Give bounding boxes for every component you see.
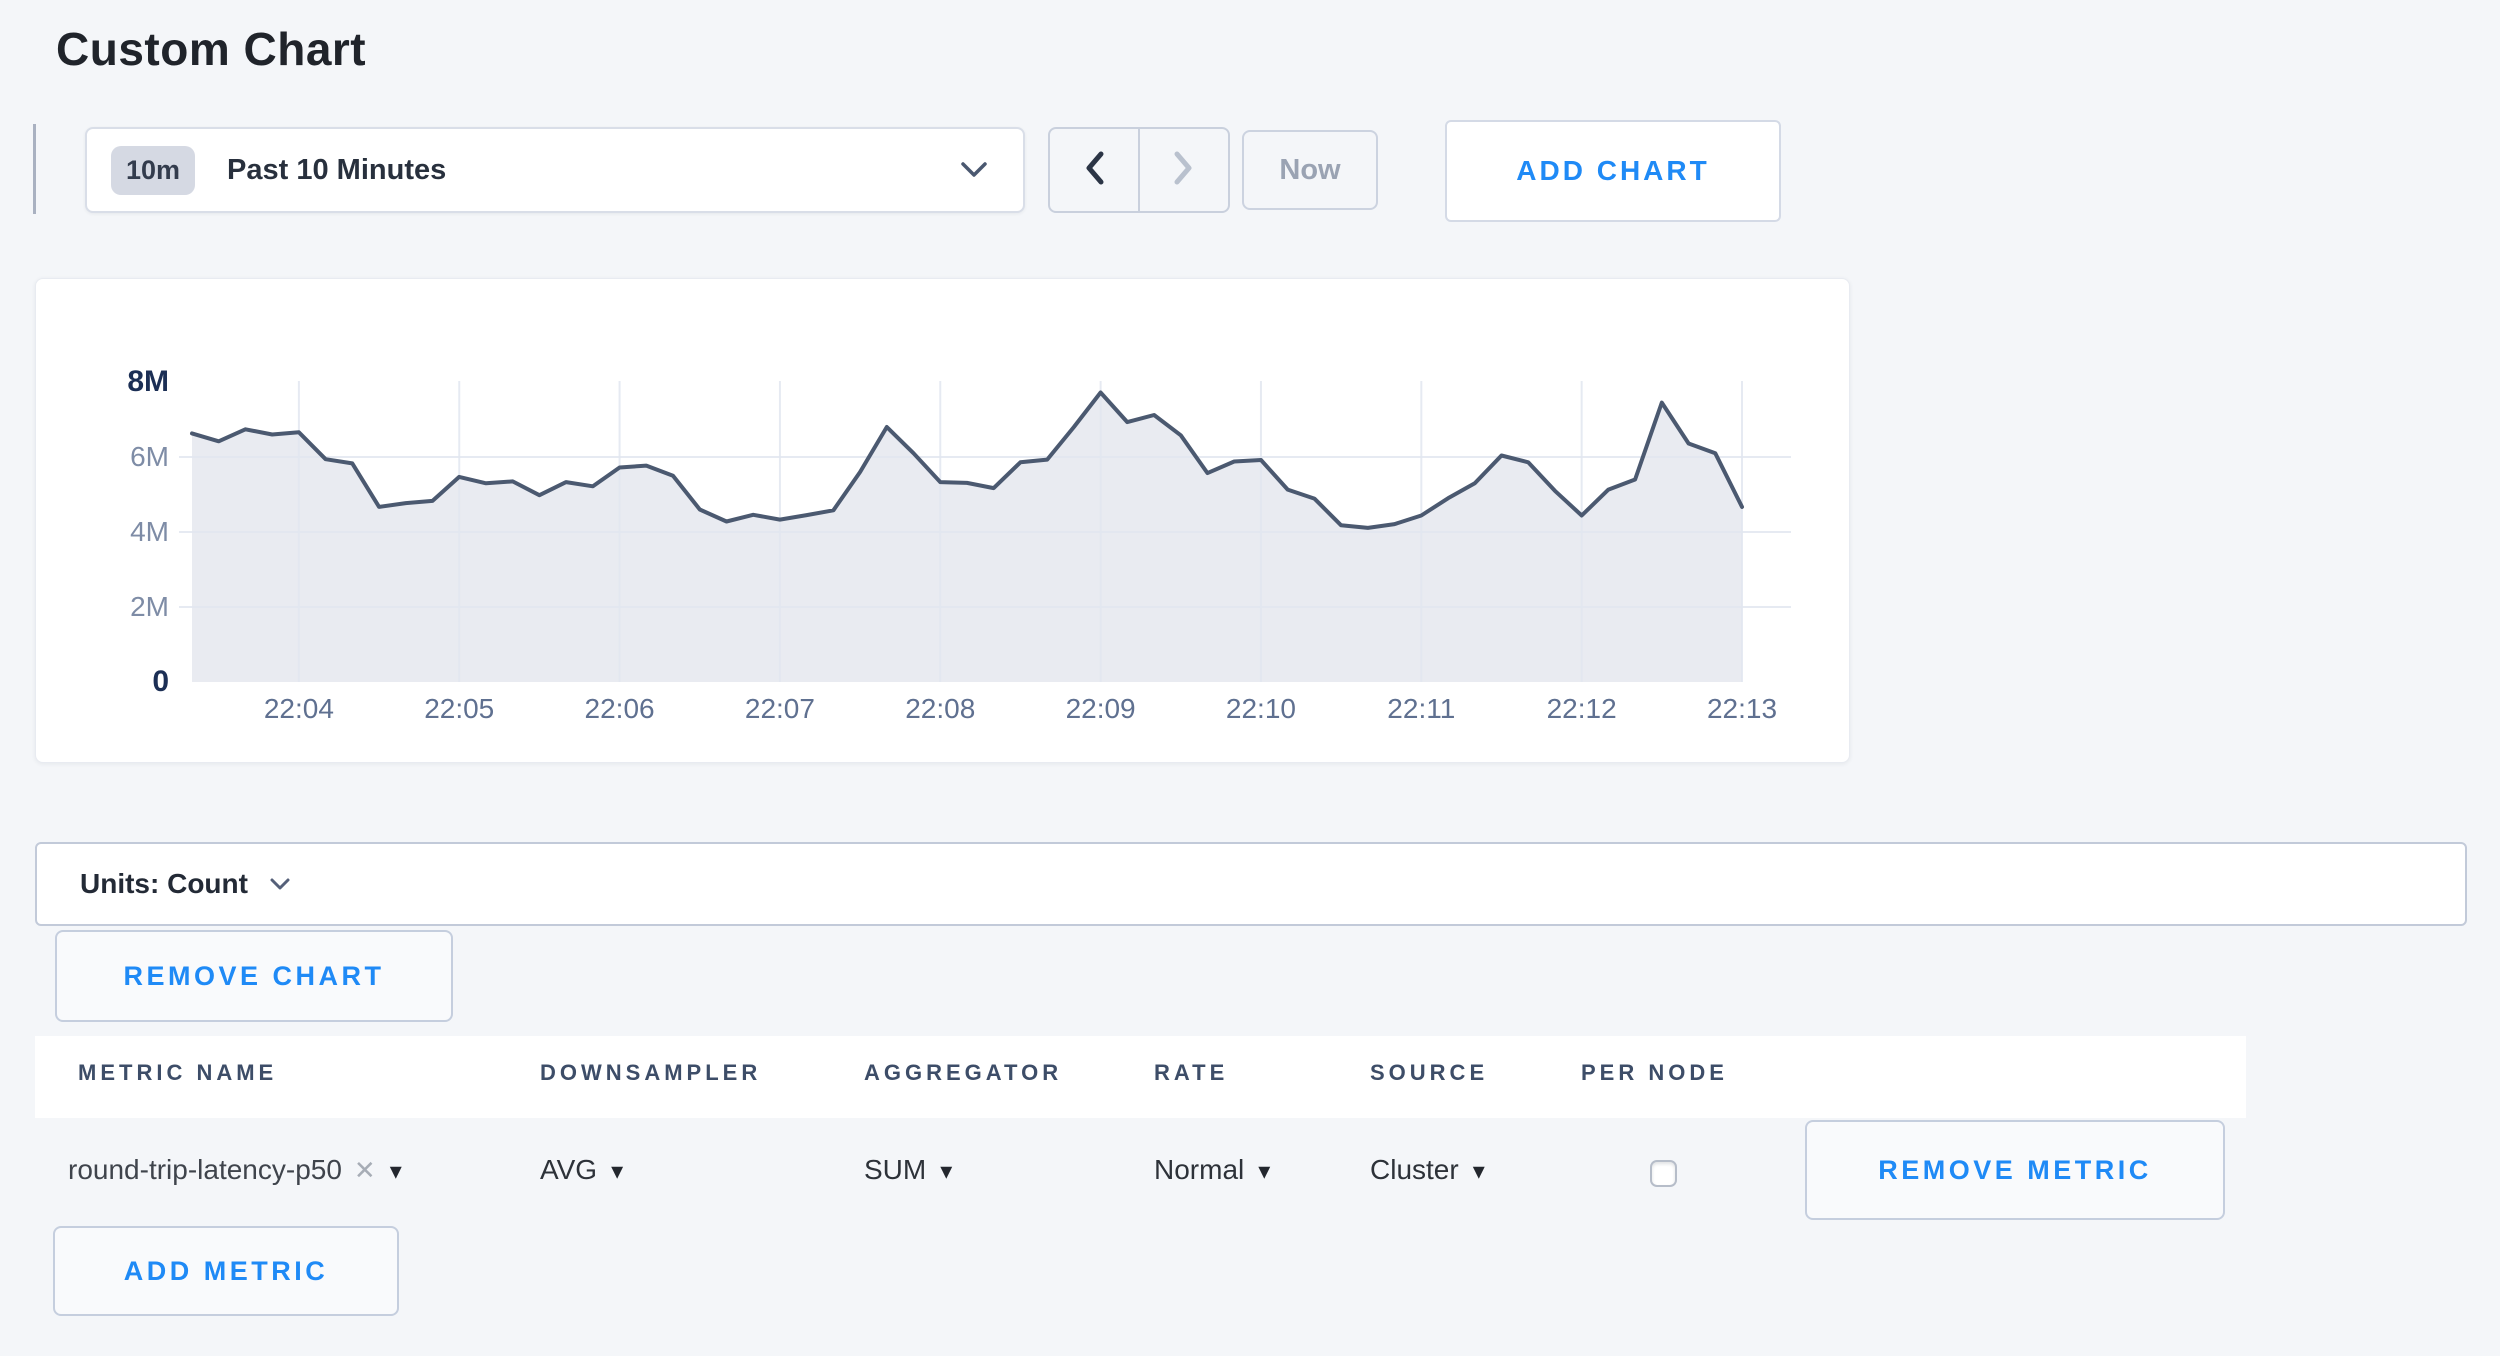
col-header-downsampler: DOWNSAMPLER <box>540 1060 761 1086</box>
remove-metric-button[interactable]: REMOVE METRIC <box>1805 1120 2225 1220</box>
page-title: Custom Chart <box>56 22 366 76</box>
dropdown-caret-icon <box>611 1154 623 1186</box>
metric-name-select[interactable]: round-trip-latency-p50 <box>68 1154 402 1186</box>
dropdown-caret-icon <box>940 1154 952 1186</box>
chevron-down-icon <box>961 162 987 178</box>
x-axis-tick-label: 22:07 <box>710 691 850 727</box>
per-node-checkbox[interactable] <box>1650 1160 1677 1187</box>
y-axis-tick-label: 2M <box>59 588 169 626</box>
units-dropdown[interactable]: Units: Count <box>35 842 2467 926</box>
chevron-left-icon <box>1082 150 1106 191</box>
latency-chart-card: 0 2M 4M 6M 8M 22:04 22:05 22:06 22:07 22:08 22:09… <box>35 278 1850 763</box>
now-button[interactable]: Now <box>1242 130 1378 210</box>
aggregator-value: SUM <box>864 1154 926 1186</box>
metric-name-value: round-trip-latency-p50 <box>68 1154 342 1186</box>
x-axis-tick-label: 22:04 <box>229 691 369 727</box>
source-select[interactable]: Cluster <box>1370 1154 1485 1186</box>
aggregator-select[interactable]: SUM <box>864 1154 952 1186</box>
metrics-table-header: METRIC NAME DOWNSAMPLER AGGREGATOR RATE … <box>35 1036 2246 1118</box>
y-axis-tick-label: 0 <box>59 663 169 701</box>
time-step-buttons <box>1048 127 1230 213</box>
rate-select[interactable]: Normal <box>1154 1154 1270 1186</box>
x-axis-tick-label: 22:10 <box>1191 691 1331 727</box>
x-axis-tick-label: 22:11 <box>1351 691 1491 727</box>
col-header-rate: RATE <box>1154 1060 1228 1086</box>
dropdown-caret-icon <box>1473 1154 1485 1186</box>
source-value: Cluster <box>1370 1154 1459 1186</box>
time-window-badge: 10m <box>111 146 195 195</box>
chevron-down-icon <box>270 878 290 891</box>
chevron-right-icon <box>1172 150 1196 191</box>
x-axis-tick-label: 22:05 <box>389 691 529 727</box>
x-axis-tick-label: 22:06 <box>550 691 690 727</box>
col-header-per-node: PER NODE <box>1581 1060 1728 1086</box>
dropdown-caret-icon <box>390 1154 402 1186</box>
y-axis-tick-label: 6M <box>59 438 169 476</box>
add-metric-button[interactable]: ADD METRIC <box>53 1226 399 1316</box>
x-axis-tick-label: 22:09 <box>1031 691 1171 727</box>
col-header-source: SOURCE <box>1370 1060 1488 1086</box>
dropdown-caret-icon <box>1258 1154 1270 1186</box>
next-time-button[interactable] <box>1140 129 1228 211</box>
downsampler-value: AVG <box>540 1154 597 1186</box>
col-header-metric-name: METRIC NAME <box>78 1060 277 1086</box>
units-label: Units: Count <box>80 868 248 900</box>
latency-area-chart[interactable] <box>36 279 1849 762</box>
col-header-aggregator: AGGREGATOR <box>864 1060 1062 1086</box>
y-axis-tick-label: 8M <box>59 363 169 401</box>
downsampler-select[interactable]: AVG <box>540 1154 623 1186</box>
x-axis-tick-label: 22:13 <box>1672 691 1812 727</box>
toolbar-left-divider <box>33 124 36 214</box>
rate-value: Normal <box>1154 1154 1244 1186</box>
time-window-label: Past 10 Minutes <box>227 154 446 187</box>
y-axis-tick-label: 4M <box>59 513 169 551</box>
x-axis-tick-label: 22:12 <box>1512 691 1652 727</box>
clear-metric-icon[interactable] <box>354 1154 376 1186</box>
remove-chart-button[interactable]: REMOVE CHART <box>55 930 453 1022</box>
add-chart-button[interactable]: ADD CHART <box>1445 120 1781 222</box>
x-axis-tick-label: 22:08 <box>870 691 1010 727</box>
time-window-dropdown[interactable]: 10m Past 10 Minutes <box>85 127 1025 213</box>
prev-time-button[interactable] <box>1050 129 1140 211</box>
